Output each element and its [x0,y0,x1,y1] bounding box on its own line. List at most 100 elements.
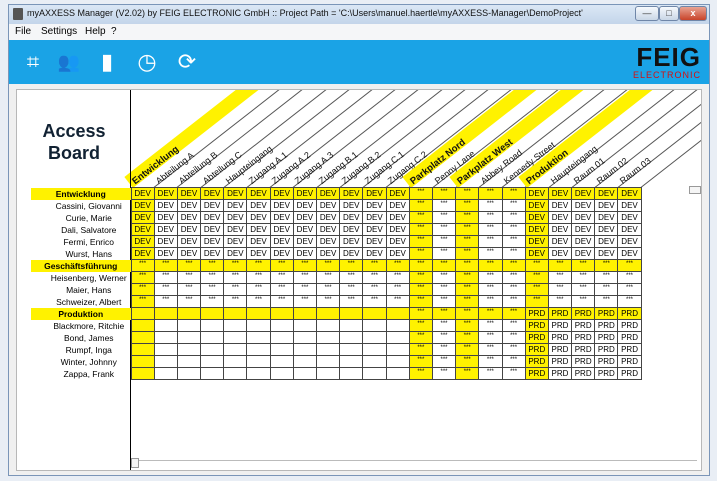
access-cell[interactable]: DEV [339,187,364,200]
access-cell[interactable]: *** [478,355,503,368]
access-cell[interactable]: PRD [524,343,549,356]
access-cell[interactable]: *** [501,271,526,284]
access-cell[interactable] [315,343,341,356]
access-cell[interactable]: *** [455,319,480,332]
access-cell[interactable]: *** [478,331,503,344]
access-cell[interactable]: DEV [223,235,248,248]
access-cell[interactable]: DEV [339,247,364,260]
access-cell[interactable]: *** [501,211,526,224]
access-cell[interactable]: DEV [223,247,248,260]
access-cell[interactable]: *** [153,259,178,272]
access-cell[interactable]: *** [246,295,271,308]
access-cell[interactable] [269,319,294,332]
access-cell[interactable]: *** [246,259,271,272]
access-cell[interactable] [223,343,248,356]
access-cell[interactable]: *** [200,271,225,284]
access-cell[interactable]: *** [315,259,341,272]
access-cell[interactable]: DEV [385,211,410,224]
access-cell[interactable]: DEV [176,187,202,200]
access-cell[interactable]: *** [501,235,526,248]
access-cell[interactable]: *** [200,295,225,308]
access-cell[interactable] [223,307,248,320]
person-name[interactable]: Zappa, Frank [31,368,131,380]
access-cell[interactable]: *** [571,295,596,308]
access-cell[interactable]: *** [501,343,526,356]
access-cell[interactable]: *** [339,259,364,272]
access-cell[interactable]: PRD [524,367,549,380]
access-cell[interactable]: DEV [292,247,318,260]
access-cell[interactable]: DEV [269,187,294,200]
access-cell[interactable]: *** [501,355,526,368]
access-cell[interactable]: DEV [362,187,387,200]
access-cell[interactable]: *** [223,259,248,272]
access-cell[interactable]: *** [455,199,480,212]
access-cell[interactable] [362,355,387,368]
access-cell[interactable]: DEV [547,199,573,212]
access-cell[interactable]: *** [431,235,457,248]
access-cell[interactable] [292,343,318,356]
access-cell[interactable] [362,331,387,344]
access-cell[interactable]: *** [524,259,549,272]
access-cell[interactable]: *** [455,295,480,308]
access-cell[interactable]: DEV [315,199,341,212]
access-cell[interactable] [292,319,318,332]
access-cell[interactable]: *** [547,295,573,308]
access-cell[interactable] [153,331,178,344]
access-cell[interactable]: *** [408,247,433,260]
access-cell[interactable]: *** [547,259,573,272]
table-row[interactable]: Fermi, Enrico DEV DEV DEV DEV DEV DEV DEV DEV DEV… [31,235,642,248]
access-cell[interactable]: *** [431,211,457,224]
access-cell[interactable]: *** [617,283,642,296]
access-cell[interactable]: DEV [571,247,596,260]
access-cell[interactable]: *** [455,355,480,368]
access-cell[interactable]: *** [455,259,480,272]
access-cell[interactable]: *** [501,319,526,332]
access-cell[interactable]: PRD [594,319,619,332]
access-cell[interactable]: *** [431,295,457,308]
access-cell[interactable] [153,367,178,380]
doors-icon[interactable]: ▮ [93,48,121,76]
access-cell[interactable]: *** [431,331,457,344]
access-cell[interactable]: *** [594,295,619,308]
access-cell[interactable]: *** [269,259,294,272]
access-cell[interactable]: *** [478,367,503,380]
group-row[interactable]: Produktion *** *** *** *** *** PRD PRD PRD PRD PRD [31,307,642,320]
access-cell[interactable] [385,355,410,368]
access-cell[interactable]: DEV [246,247,271,260]
access-cell[interactable]: *** [617,295,642,308]
access-cell[interactable]: DEV [223,187,248,200]
access-cell[interactable]: *** [153,283,178,296]
access-cell[interactable]: *** [315,283,341,296]
access-cell[interactable] [153,307,178,320]
access-cell[interactable]: PRD [571,307,596,320]
access-cell[interactable]: DEV [339,211,364,224]
access-cell[interactable] [339,343,364,356]
access-cell[interactable]: DEV [362,247,387,260]
access-cell[interactable]: *** [385,271,410,284]
access-cell[interactable]: PRD [524,331,549,344]
access-cell[interactable]: *** [431,247,457,260]
access-cell[interactable]: DEV [315,187,341,200]
close-button[interactable]: x [679,6,707,21]
access-cell[interactable]: DEV [223,223,248,236]
access-cell[interactable] [223,331,248,344]
access-cell[interactable] [339,319,364,332]
access-cell[interactable] [223,355,248,368]
access-cell[interactable]: PRD [571,319,596,332]
access-cell[interactable]: *** [408,307,433,320]
access-cell[interactable]: PRD [594,343,619,356]
access-cell[interactable]: *** [408,283,433,296]
access-cell[interactable]: *** [501,307,526,320]
access-cell[interactable]: DEV [385,199,410,212]
access-cell[interactable]: *** [431,187,457,200]
access-cell[interactable]: DEV [246,235,271,248]
access-cell[interactable] [339,331,364,344]
access-cell[interactable]: PRD [594,367,619,380]
access-cell[interactable]: *** [478,187,503,200]
access-cell[interactable]: *** [269,271,294,284]
access-cell[interactable] [200,355,225,368]
table-row[interactable]: Heisenberg, Werner *** *** *** *** *** *** *** *… [31,271,642,284]
access-cell[interactable] [130,307,155,320]
access-cell[interactable]: DEV [339,235,364,248]
access-cell[interactable]: *** [571,271,596,284]
